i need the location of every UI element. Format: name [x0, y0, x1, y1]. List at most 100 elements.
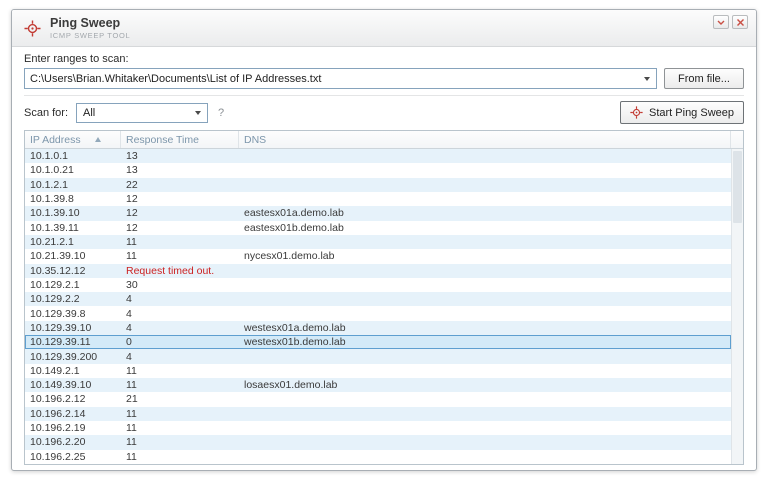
- cell-ip: 10.129.39.11: [25, 336, 121, 348]
- cell-rt: 11: [121, 422, 239, 434]
- cell-dns: nycesx01.demo.lab: [239, 250, 731, 262]
- cell-ip: 10.149.2.1: [25, 365, 121, 377]
- scrollbar-thumb[interactable]: [733, 151, 742, 223]
- from-file-button[interactable]: From file...: [664, 68, 744, 89]
- start-ping-sweep-button[interactable]: Start Ping Sweep: [620, 101, 744, 124]
- cell-ip: 10.129.2.1: [25, 279, 121, 291]
- title-bar: Ping Sweep ICMP SWEEP TOOL: [12, 10, 756, 47]
- cell-ip: 10.1.39.8: [25, 193, 121, 205]
- help-icon[interactable]: ?: [218, 107, 224, 119]
- table-row[interactable]: 10.129.39.84: [25, 306, 731, 320]
- cell-ip: 10.129.2.2: [25, 293, 121, 305]
- cell-rt: 22: [121, 179, 239, 191]
- ranges-row: From file...: [24, 68, 744, 89]
- ranges-combobox[interactable]: [24, 68, 657, 89]
- column-label: Response Time: [126, 134, 199, 146]
- scrollbar-header-spacer: [731, 131, 743, 148]
- minimize-button[interactable]: [713, 15, 729, 29]
- chevron-down-icon: [716, 18, 726, 27]
- start-button-label: Start Ping Sweep: [649, 107, 734, 119]
- chevron-down-icon[interactable]: [644, 77, 650, 81]
- column-header-dns[interactable]: DNS: [239, 131, 731, 148]
- table-row[interactable]: 10.1.39.1112eastesx01b.demo.lab: [25, 221, 731, 235]
- cell-rt: 21: [121, 393, 239, 405]
- results-table: IP Address Response Time DNS 10.1.0.1131…: [24, 130, 744, 465]
- cell-rt: Request timed out.: [121, 265, 239, 277]
- cell-rt: 11: [121, 451, 239, 463]
- table-row[interactable]: 10.21.2.111: [25, 235, 731, 249]
- window-controls: [713, 15, 748, 29]
- cell-rt: 0: [121, 336, 239, 348]
- table-row[interactable]: 10.149.2.111: [25, 364, 731, 378]
- table-row[interactable]: 10.129.2.130: [25, 278, 731, 292]
- cell-rt: 4: [121, 293, 239, 305]
- window-title: Ping Sweep: [50, 17, 713, 30]
- cell-ip: 10.1.0.1: [25, 150, 121, 162]
- table-row[interactable]: 10.1.0.113: [25, 149, 731, 163]
- cell-ip: 10.196.2.25: [25, 451, 121, 463]
- chevron-down-icon: [195, 111, 201, 115]
- cell-ip: 10.129.39.10: [25, 322, 121, 334]
- cell-ip: 10.149.39.10: [25, 379, 121, 391]
- cell-ip: 10.21.2.1: [25, 236, 121, 248]
- divider: [24, 95, 744, 96]
- cell-ip: 10.35.12.12: [25, 265, 121, 277]
- content-area: Enter ranges to scan: From file... Scan …: [12, 47, 756, 470]
- cell-ip: 10.129.39.200: [25, 351, 121, 363]
- cell-ip: 10.196.2.19: [25, 422, 121, 434]
- cell-rt: 11: [121, 379, 239, 391]
- ranges-label: Enter ranges to scan:: [24, 53, 744, 65]
- table-row[interactable]: 10.196.2.2511: [25, 450, 731, 464]
- cell-dns: losaesx01.demo.lab: [239, 379, 731, 391]
- cell-rt: 12: [121, 207, 239, 219]
- table-header: IP Address Response Time DNS: [25, 131, 743, 149]
- cell-dns: eastesx01b.demo.lab: [239, 222, 731, 234]
- ranges-input[interactable]: [25, 73, 644, 85]
- cell-ip: 10.196.2.20: [25, 436, 121, 448]
- table-row[interactable]: 10.21.39.1011nycesx01.demo.lab: [25, 249, 731, 263]
- table-row[interactable]: 10.129.2.24: [25, 292, 731, 306]
- cell-rt: 13: [121, 150, 239, 162]
- cell-rt: 11: [121, 408, 239, 420]
- table-row[interactable]: 10.1.0.2113: [25, 163, 731, 177]
- column-header-ip-address[interactable]: IP Address: [25, 131, 121, 148]
- title-group: Ping Sweep ICMP SWEEP TOOL: [50, 17, 713, 40]
- cell-rt: 4: [121, 351, 239, 363]
- cell-rt: 4: [121, 308, 239, 320]
- ping-sweep-window: Ping Sweep ICMP SWEEP TOOL Enter ranges …: [11, 9, 757, 471]
- ping-target-icon: [630, 106, 643, 119]
- cell-ip: 10.1.39.11: [25, 222, 121, 234]
- cell-dns: eastesx01a.demo.lab: [239, 207, 731, 219]
- table-row[interactable]: 10.149.39.1011losaesx01.demo.lab: [25, 378, 731, 392]
- cell-rt: 30: [121, 279, 239, 291]
- table-row[interactable]: 10.1.2.122: [25, 178, 731, 192]
- close-icon: [736, 18, 745, 27]
- scan-for-select[interactable]: All: [76, 103, 208, 123]
- table-row[interactable]: 10.1.39.1012eastesx01a.demo.lab: [25, 206, 731, 220]
- window-subtitle: ICMP SWEEP TOOL: [50, 31, 713, 40]
- close-button[interactable]: [732, 15, 748, 29]
- cell-rt: 11: [121, 250, 239, 262]
- ping-target-icon: [24, 20, 41, 37]
- table-row[interactable]: 10.196.2.1221: [25, 392, 731, 406]
- cell-ip: 10.196.2.14: [25, 408, 121, 420]
- table-row[interactable]: 10.129.39.110westesx01b.demo.lab: [25, 335, 731, 349]
- table-row[interactable]: 10.196.2.1911: [25, 421, 731, 435]
- sort-ascending-icon: [95, 137, 101, 142]
- vertical-scrollbar[interactable]: [731, 149, 743, 464]
- column-label: IP Address: [30, 134, 81, 146]
- table-row[interactable]: 10.35.12.12Request timed out.: [25, 264, 731, 278]
- table-row[interactable]: 10.1.39.812: [25, 192, 731, 206]
- table-row[interactable]: 10.129.39.2004: [25, 349, 731, 363]
- column-header-response-time[interactable]: Response Time: [121, 131, 239, 148]
- cell-dns: westesx01a.demo.lab: [239, 322, 731, 334]
- cell-ip: 10.1.2.1: [25, 179, 121, 191]
- table-row[interactable]: 10.196.2.2011: [25, 435, 731, 449]
- column-label: DNS: [244, 134, 266, 146]
- cell-rt: 12: [121, 193, 239, 205]
- table-row[interactable]: 10.196.2.1411: [25, 407, 731, 421]
- scan-for-value: All: [83, 107, 95, 119]
- scan-for-label: Scan for:: [24, 107, 68, 119]
- table-row[interactable]: 10.129.39.104westesx01a.demo.lab: [25, 321, 731, 335]
- cell-ip: 10.129.39.8: [25, 308, 121, 320]
